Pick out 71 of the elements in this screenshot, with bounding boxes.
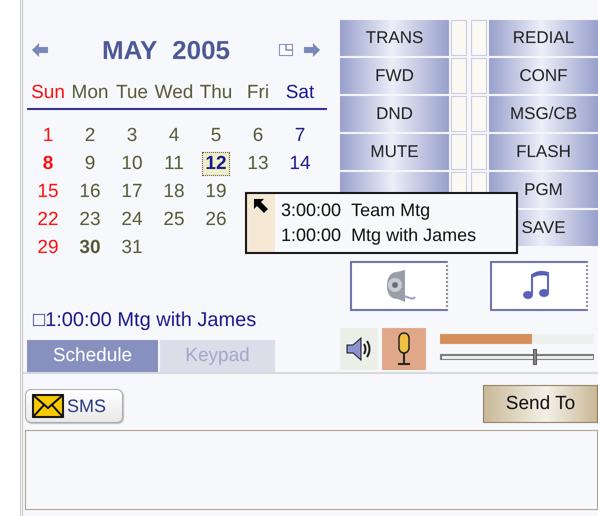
indicator-lamp (451, 58, 467, 94)
calendar-day[interactable]: 11 (161, 152, 187, 176)
indicator-lamp (451, 96, 467, 132)
function-key[interactable]: FLASH (489, 134, 598, 170)
send-to-button[interactable]: Send To (483, 385, 598, 423)
weekday-label: Mon (70, 82, 110, 104)
function-key[interactable]: DND (340, 96, 449, 132)
calendar-day[interactable]: 2 (82, 124, 98, 148)
calendar-day[interactable]: 24 (118, 208, 146, 232)
function-key[interactable]: MUTE (340, 134, 449, 170)
weekday-label: Sun (30, 82, 66, 104)
calendar-day[interactable]: 29 (34, 236, 62, 260)
calendar-day[interactable]: 25 (160, 208, 188, 232)
weekday-label: Tue (114, 82, 150, 104)
indicator-lamp (471, 20, 487, 56)
calendar-day[interactable]: 22 (34, 208, 62, 232)
calendar-day[interactable]: 18 (160, 180, 188, 204)
calendar-day[interactable]: 3 (124, 124, 140, 148)
calendar-day[interactable]: 10 (118, 152, 146, 176)
calendar-day[interactable]: 5 (208, 124, 224, 148)
function-key[interactable]: MSG/CB (489, 96, 598, 132)
calendar-day[interactable]: 4 (166, 124, 182, 148)
slider-thumb[interactable] (533, 348, 538, 364)
previous-arrow-icon[interactable] (31, 42, 49, 58)
sms-button[interactable]: SMS (25, 389, 123, 423)
calendar-day[interactable]: 15 (34, 180, 62, 204)
function-key[interactable]: FWD (340, 58, 449, 94)
calendar-day[interactable]: 31 (118, 236, 146, 260)
function-key[interactable]: CONF (489, 58, 598, 94)
event-summary: □1:00:00 Mtg with James (33, 309, 258, 332)
calendar-day[interactable]: 12 (202, 152, 230, 176)
event-time: 1:00:00 (281, 225, 342, 246)
month-title: MAY 2005 (101, 34, 231, 66)
weekday-label: Sat (284, 82, 316, 104)
event-title: Team Mtg (351, 200, 430, 221)
calendar-day[interactable]: 7 (292, 124, 308, 148)
indicator-lamp (471, 134, 487, 170)
function-key[interactable]: REDIAL (489, 20, 598, 56)
volume-icon[interactable] (340, 328, 378, 370)
microphone-button[interactable] (382, 328, 426, 370)
speaker-button[interactable] (350, 261, 448, 311)
calendar-day[interactable]: 13 (244, 152, 272, 176)
volume-slider[interactable] (440, 348, 594, 364)
ringtone-button[interactable] (490, 261, 588, 311)
calendar-day[interactable]: 1 (40, 124, 56, 148)
calendar-day[interactable]: 17 (118, 180, 146, 204)
weekday-label: Wed (154, 82, 194, 104)
event-title: Mtg with James (351, 225, 476, 246)
calendar-day[interactable]: 19 (202, 180, 230, 204)
weekday-label: Thu (198, 82, 234, 104)
cursor-arrow-icon (253, 198, 269, 214)
calendar-day[interactable]: 23 (76, 208, 104, 232)
next-arrow-icon[interactable] (303, 42, 321, 58)
envelope-icon (32, 394, 64, 418)
calendar-day[interactable]: 26 (202, 208, 230, 232)
message-field[interactable] (25, 430, 598, 510)
calendar-day[interactable]: 8 (40, 152, 56, 176)
calendar-day[interactable]: 30 (76, 236, 104, 260)
event-time: 3:00:00 (281, 200, 342, 221)
function-key[interactable] (340, 172, 449, 194)
calendar-day[interactable]: 9 (82, 152, 98, 176)
calendar-day[interactable]: 14 (286, 152, 314, 176)
calendar-day[interactable]: 6 (250, 124, 266, 148)
calendar-day[interactable]: 16 (76, 180, 104, 204)
calendar-view-icon[interactable] (279, 44, 293, 56)
indicator-lamp (451, 20, 467, 56)
indicator-lamp (451, 134, 467, 170)
indicator-lamp (471, 58, 487, 94)
function-key[interactable]: TRANS (340, 20, 449, 56)
weekday-label: Fri (246, 82, 270, 104)
indicator-lamp (471, 96, 487, 132)
